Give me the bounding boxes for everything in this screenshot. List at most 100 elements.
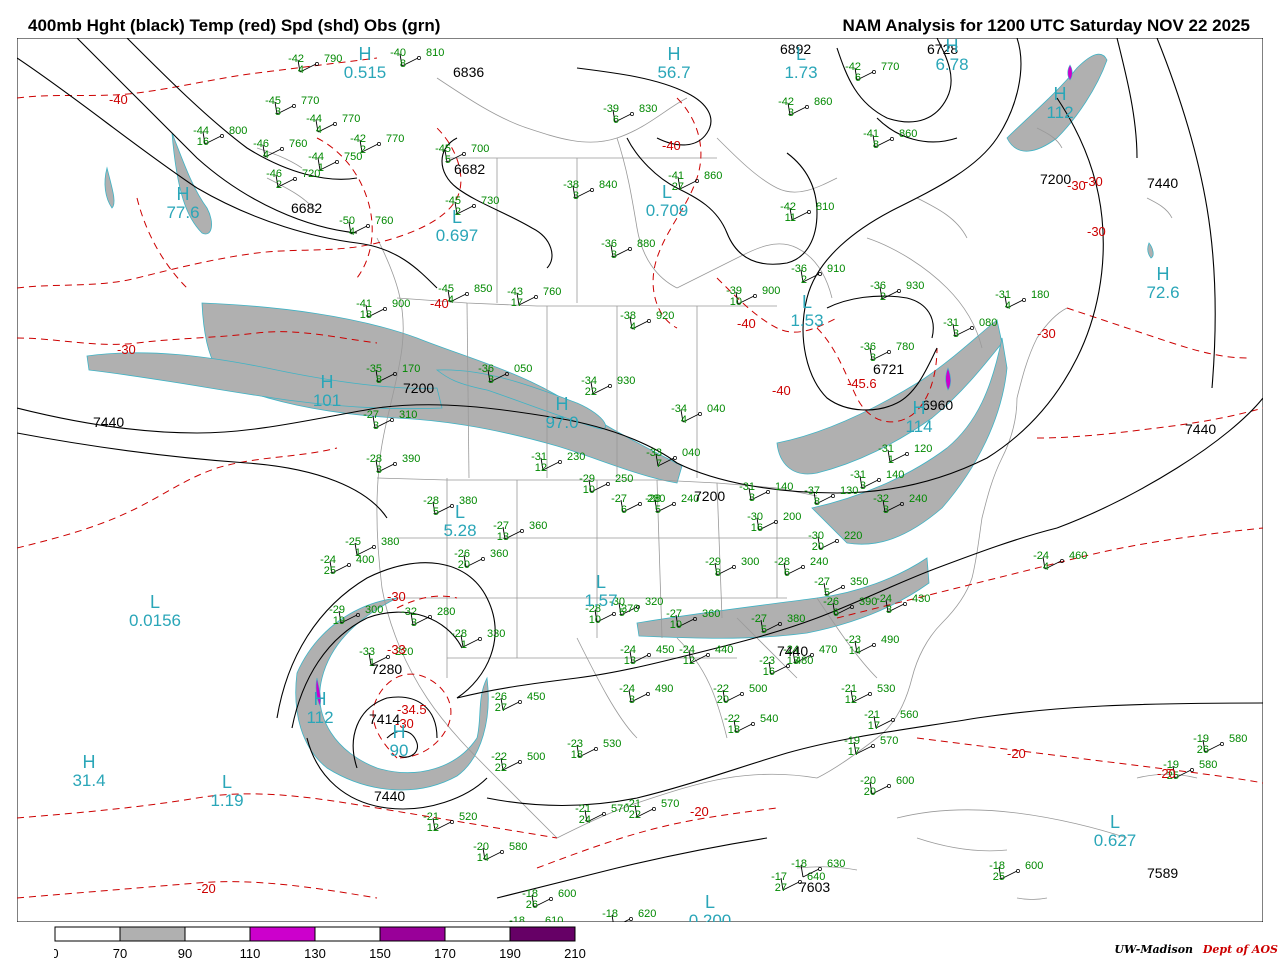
obs-dewpoint-dep: 5: [433, 506, 439, 518]
height-label: 7440: [777, 643, 808, 659]
obs-height: 720: [302, 168, 320, 180]
obs-dewpoint-dep: 3: [611, 249, 617, 261]
obs-height: 770: [881, 61, 899, 73]
low-marker: L: [452, 207, 462, 227]
obs-dewpoint-dep: 10: [589, 614, 601, 626]
center-value: 90: [390, 741, 409, 760]
obs-height: 760: [375, 215, 393, 227]
obs-height: 180: [1031, 289, 1049, 301]
obs-height: 860: [814, 96, 832, 108]
obs-height: 280: [437, 606, 455, 618]
center-value: 1.73: [784, 63, 817, 82]
obs-dewpoint-dep: 8: [376, 374, 382, 386]
obs-height: 770: [301, 95, 319, 107]
height-label: 6682: [291, 200, 322, 216]
obs-height: 360: [490, 548, 508, 560]
height-label: 7440: [1147, 175, 1178, 191]
center-value: 0.627: [1094, 831, 1137, 850]
obs-dewpoint-dep: 16: [751, 522, 763, 534]
center-value: 114: [905, 417, 932, 436]
obs-height: 380: [381, 536, 399, 548]
obs-temp: -18: [791, 858, 807, 870]
low-marker: L: [802, 292, 812, 312]
obs-dewpoint-dep: 10: [730, 296, 742, 308]
obs-height: 780: [896, 341, 914, 353]
obs-height: 460: [1069, 550, 1087, 562]
obs-height: 600: [896, 775, 914, 787]
obs-height: 850: [474, 283, 492, 295]
obs-dewpoint-dep: 20: [812, 541, 824, 553]
obs-height: 330: [487, 628, 505, 640]
obs-height: 040: [707, 403, 725, 415]
obs-height: 370: [621, 603, 639, 615]
center-value: 5.28: [443, 521, 476, 540]
height-label: 6836: [453, 64, 484, 80]
high-marker: H: [1157, 264, 1170, 284]
obs-height: 130: [840, 485, 858, 497]
high-marker: H: [913, 398, 926, 418]
temperature-label: -30: [1037, 326, 1056, 341]
obs-height: 240: [909, 493, 927, 505]
temperature-label: -30: [387, 589, 406, 604]
legend-swatch: [379, 926, 446, 942]
center-value: 1.57: [584, 591, 617, 610]
height-label: 6960: [922, 397, 953, 413]
obs-dewpoint-dep: 3: [629, 694, 635, 706]
center-value: 56.7: [657, 63, 690, 82]
obs-dewpoint-dep: 4: [298, 64, 304, 76]
obs-dewpoint-dep: 17: [511, 297, 523, 309]
obs-dewpoint-dep: 3: [860, 480, 866, 492]
obs-height: 600: [558, 888, 576, 900]
low-marker: L: [455, 502, 465, 522]
legend-swatch: [314, 926, 381, 942]
obs-dewpoint-dep: 27: [495, 702, 507, 714]
obs-dewpoint-dep: 6: [833, 607, 839, 619]
legend-tick: 190: [499, 946, 521, 960]
obs-height: 770: [386, 133, 404, 145]
obs-dewpoint-dep: 3: [411, 617, 417, 629]
obs-height: 790: [324, 53, 342, 65]
obs-height: 360: [702, 608, 720, 620]
legend-swatch: [54, 926, 121, 942]
obs-dewpoint-dep: 22: [495, 762, 507, 774]
obs-height: 140: [775, 481, 793, 493]
obs-height: 560: [900, 709, 918, 721]
obs-dewpoint-dep: 7: [656, 458, 662, 470]
obs-height: 500: [527, 751, 545, 763]
high-marker: H: [556, 394, 569, 414]
obs-dewpoint-dep: 27: [672, 181, 684, 193]
temperature-label: -20: [1007, 746, 1026, 761]
obs-dewpoint-dep: 3: [373, 420, 379, 432]
obs-dewpoint-dep: 1: [461, 639, 467, 651]
center-value: 72.6: [1146, 283, 1179, 302]
obs-dewpoint-dep: 6: [784, 567, 790, 579]
high-marker: H: [83, 752, 96, 772]
obs-dewpoint-dep: 4: [630, 321, 636, 333]
obs-dewpoint-dep: 17: [868, 720, 880, 732]
obs-height: 800: [229, 125, 247, 137]
height-label: 7280: [371, 661, 402, 677]
obs-height: 760: [289, 138, 307, 150]
obs-height: 930: [906, 280, 924, 292]
temperature-label: -40: [430, 296, 449, 311]
low-marker: L: [705, 892, 715, 912]
legend-swatch: [119, 926, 186, 942]
obs-dewpoint-dep: 18: [728, 724, 740, 736]
obs-dewpoint-dep: 8: [400, 58, 406, 70]
obs-height: 900: [762, 285, 780, 297]
obs-height: 230: [567, 451, 585, 463]
obs-height: 880: [637, 238, 655, 250]
height-label: 7440: [1185, 421, 1216, 437]
height-label: 6682: [454, 161, 485, 177]
temperature-label: -20: [690, 804, 709, 819]
low-marker: L: [596, 572, 606, 592]
obs-dewpoint-dep: 12: [683, 655, 695, 667]
obs-dewpoint-dep: 3: [886, 604, 892, 616]
temperature-label: -40: [109, 92, 128, 107]
obs-height: 050: [514, 363, 532, 375]
height-label: 7589: [1147, 865, 1178, 881]
obs-dewpoint-dep: 14: [477, 852, 489, 864]
obs-dewpoint-dep: 12: [535, 462, 547, 474]
legend-swatch: [184, 926, 251, 942]
obs-dewpoint-dep: 18: [360, 309, 372, 321]
